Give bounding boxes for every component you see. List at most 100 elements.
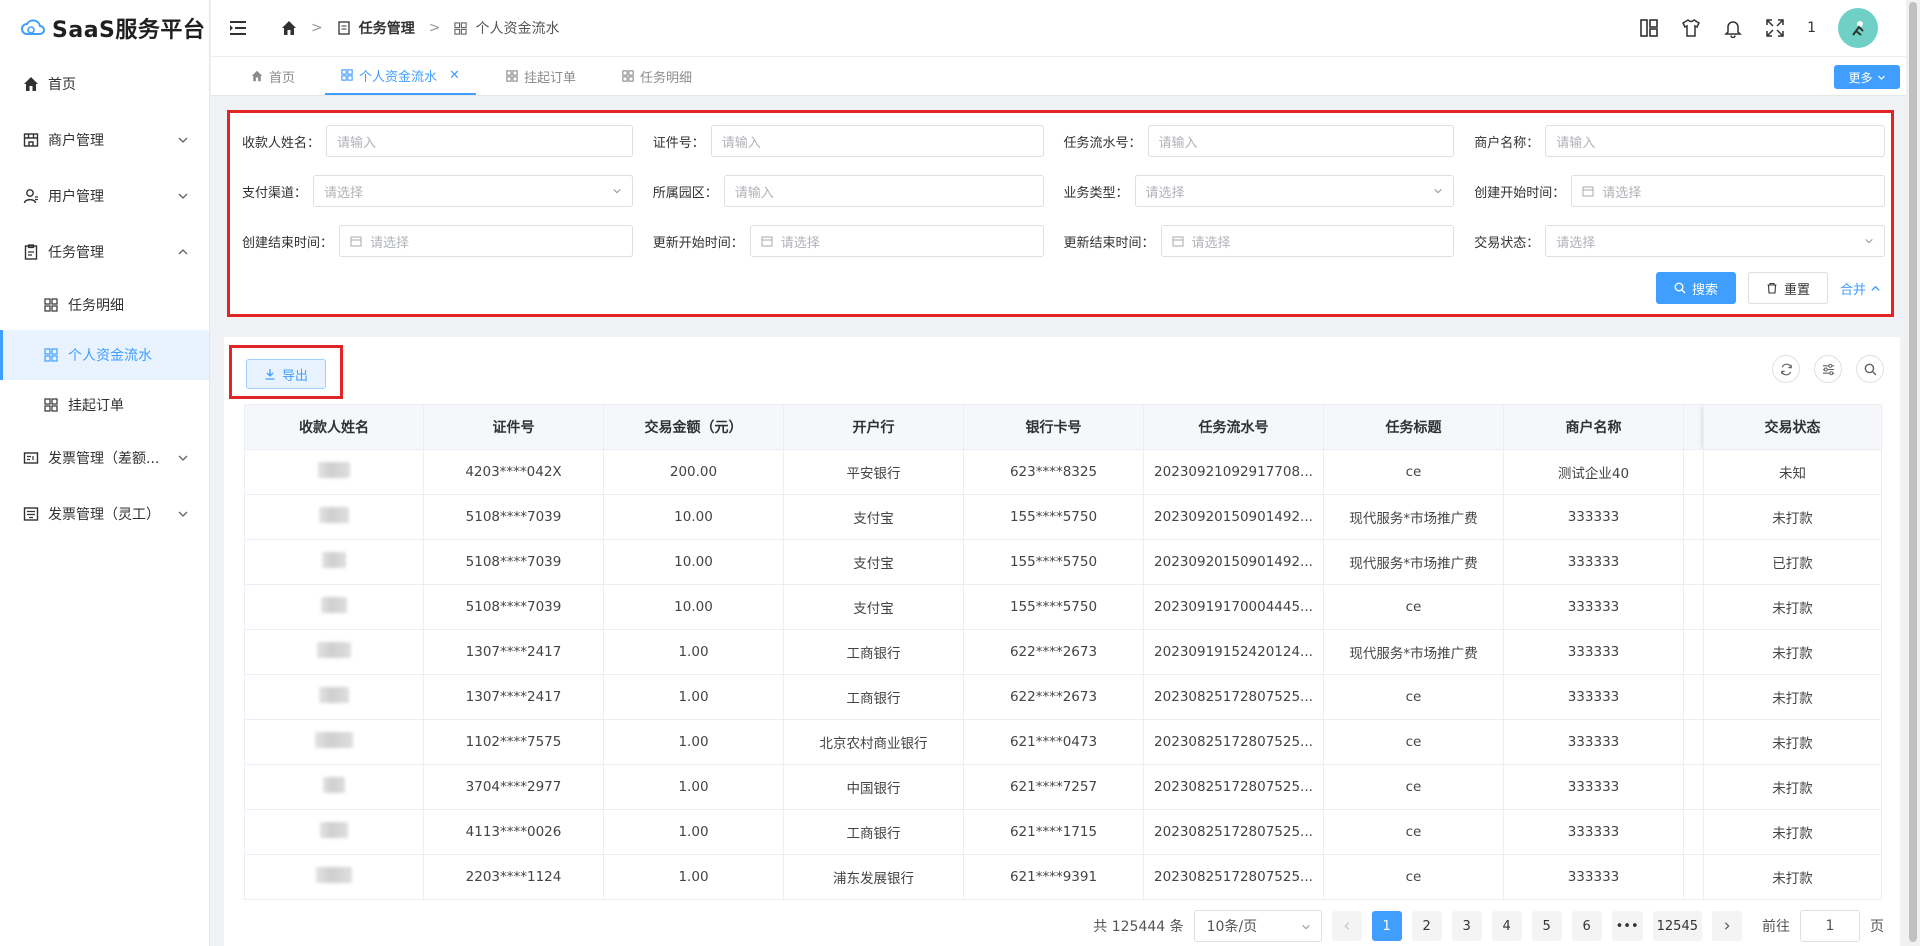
search-button[interactable]: 搜索 xyxy=(1655,272,1736,304)
sidebar-item-invoice-diff[interactable]: 发票管理（差额... xyxy=(0,430,209,486)
payee-name-input[interactable]: 请输入 xyxy=(326,125,633,157)
close-icon[interactable]: ✕ xyxy=(449,68,460,83)
more-tabs-button[interactable]: 更多 xyxy=(1834,65,1900,89)
fullscreen-icon[interactable] xyxy=(1765,18,1785,38)
masked-name xyxy=(320,822,348,838)
column-header[interactable]: 银行卡号 xyxy=(963,404,1144,450)
layout-icon[interactable] xyxy=(1639,18,1659,38)
breadcrumb-item[interactable]: 任务管理 xyxy=(359,18,415,38)
table-cell: 3704****2977 xyxy=(423,764,604,810)
table-cell: 5108****7039 xyxy=(423,539,604,585)
page-scrollbar[interactable] xyxy=(1906,0,1920,946)
page-number-button[interactable]: 4 xyxy=(1491,911,1522,941)
page-number-button[interactable]: 12545 xyxy=(1652,911,1702,941)
tab-task-detail[interactable]: 任务明细 xyxy=(606,57,708,95)
table-cell-spacer xyxy=(1683,494,1704,540)
task-serial-input[interactable]: 请输入 xyxy=(1147,125,1455,157)
scrollbar-thumb[interactable] xyxy=(1909,2,1917,942)
filter-label: 所属园区： xyxy=(652,185,718,201)
filter-payee-name: 收款人姓名： 请输入 xyxy=(242,125,653,157)
filter-id-no: 证件号： 请输入 xyxy=(653,125,1064,157)
tab-home[interactable]: 首页 xyxy=(235,57,311,95)
column-header[interactable]: 开户行 xyxy=(783,404,964,450)
column-header[interactable]: 任务标题 xyxy=(1323,404,1504,450)
sidebar-subitem-suspended-orders[interactable]: 挂起订单 xyxy=(0,380,209,430)
id-no-input[interactable]: 请输入 xyxy=(710,125,1044,157)
merchant-input[interactable]: 请输入 xyxy=(1545,125,1885,157)
goto-value: 1 xyxy=(1825,918,1835,934)
page-number-button[interactable]: 6 xyxy=(1571,911,1602,941)
column-header[interactable]: 交易金额（元） xyxy=(603,404,784,450)
column-settings-button[interactable] xyxy=(1814,355,1842,383)
column-header[interactable]: 商户名称 xyxy=(1503,404,1684,450)
tab-personal-fund-flow[interactable]: 个人资金流水 ✕ xyxy=(325,57,476,95)
column-header[interactable]: 证件号 xyxy=(423,404,604,450)
table-cell: ce xyxy=(1323,764,1504,810)
goto-page-input[interactable]: 1 xyxy=(1800,910,1860,942)
avatar[interactable] xyxy=(1838,8,1878,48)
table-row: 5108****7039 10.00 支付宝 155****5750 202309201… xyxy=(244,539,1882,585)
refresh-button[interactable] xyxy=(1772,355,1800,383)
table-cell: 未打款 xyxy=(1703,764,1882,810)
input-placeholder: 请输入 xyxy=(734,185,774,201)
export-button[interactable]: 导出 xyxy=(246,359,326,389)
payee-name-cell xyxy=(244,449,424,495)
sidebar-item-invoice-flex[interactable]: 发票管理（灵工） xyxy=(0,486,209,542)
chevron-left-icon xyxy=(1344,922,1349,930)
table-cell: 20230920150901492... xyxy=(1143,494,1324,540)
toggle-search-button[interactable] xyxy=(1856,355,1884,383)
tab-label: 个人资金流水 xyxy=(359,69,438,85)
column-header[interactable]: 收款人姓名 xyxy=(244,404,424,450)
home-icon[interactable] xyxy=(281,20,297,36)
page-number-button[interactable]: 2 xyxy=(1411,911,1442,941)
table-cell-spacer xyxy=(1683,449,1704,495)
pagination: 共 125444 条 10条/页 1 2 3 4 5 6 ••• 12545 前往 1 页 xyxy=(1093,910,1884,942)
page-number-button[interactable]: 3 xyxy=(1451,911,1482,941)
filter-label: 创建结束时间： xyxy=(242,235,334,251)
search-icon xyxy=(1864,363,1876,375)
page-number-button[interactable]: 1 xyxy=(1371,911,1402,941)
theme-shirt-icon[interactable] xyxy=(1681,18,1701,38)
table-cell: 已打款 xyxy=(1703,539,1882,585)
update-end-date-picker[interactable]: 请选择 xyxy=(1160,225,1455,257)
app-logo[interactable]: SaaS服务平台 xyxy=(0,0,209,56)
page-number-button[interactable]: 5 xyxy=(1531,911,1562,941)
menu-fold-icon[interactable] xyxy=(229,20,247,36)
next-page-button[interactable] xyxy=(1712,911,1742,941)
table-cell: 工商银行 xyxy=(783,809,964,855)
page-size-select[interactable]: 10条/页 xyxy=(1193,910,1322,942)
column-header[interactable]: 交易状态 xyxy=(1703,404,1882,450)
reset-button[interactable]: 重置 xyxy=(1747,272,1828,304)
sidebar-item-task[interactable]: 任务管理 xyxy=(0,224,209,280)
park-input[interactable]: 请输入 xyxy=(723,175,1044,207)
create-start-date-picker[interactable]: 请选择 xyxy=(1571,175,1885,207)
biz-type-select[interactable]: 请选择 xyxy=(1134,175,1455,207)
column-header[interactable]: 任务流水号 xyxy=(1143,404,1324,450)
table-cell: 10.00 xyxy=(603,539,784,585)
table-cell: 1307****2417 xyxy=(423,629,604,675)
table-cell: 现代服务*市场推广费 xyxy=(1323,494,1504,540)
tab-suspended-orders[interactable]: 挂起订单 xyxy=(490,57,592,95)
trade-status-select[interactable]: 请选择 xyxy=(1545,225,1885,257)
sidebar-subitem-personal-fund-flow[interactable]: 个人资金流水 xyxy=(0,330,209,380)
pay-channel-select[interactable]: 请选择 xyxy=(313,175,633,207)
sidebar-item-merchant[interactable]: 商户管理 xyxy=(0,112,209,168)
prev-page-button[interactable] xyxy=(1331,911,1362,941)
filter-update-start: 更新开始时间： 请选择 xyxy=(653,225,1064,257)
table-cell: 支付宝 xyxy=(783,584,964,630)
input-placeholder: 请输入 xyxy=(721,135,761,151)
payee-name-cell xyxy=(244,719,424,765)
refresh-icon xyxy=(1780,363,1792,375)
page-number-button[interactable]: ••• xyxy=(1611,911,1643,941)
create-end-date-picker[interactable]: 请选择 xyxy=(339,225,633,257)
collapse-button[interactable]: 合并 xyxy=(1840,279,1881,298)
sidebar-item-user[interactable]: 用户管理 xyxy=(0,168,209,224)
table-cell: 622****2673 xyxy=(963,674,1144,720)
sidebar-item-home[interactable]: 首页 xyxy=(0,56,209,112)
bell-icon[interactable] xyxy=(1723,18,1743,38)
table-row: 1307****2417 1.00 工商银行 622****2673 202309191… xyxy=(244,629,1882,675)
update-start-date-picker[interactable]: 请选择 xyxy=(749,225,1044,257)
sidebar-subitem-task-detail[interactable]: 任务明细 xyxy=(0,280,209,330)
table-row: 4203****042X 200.00 平安银行 623****8325 2023092… xyxy=(244,449,1882,495)
grid-icon xyxy=(44,348,58,362)
